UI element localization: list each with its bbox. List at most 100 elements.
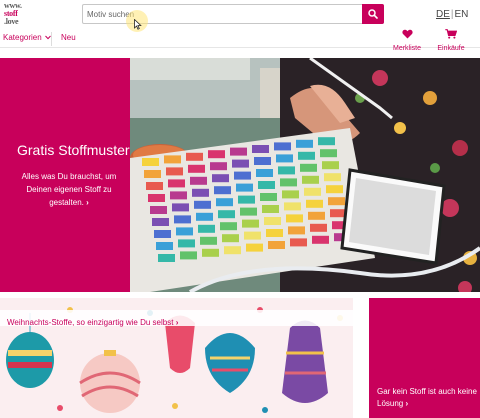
swatch xyxy=(188,164,205,173)
swatch xyxy=(172,203,189,212)
hero-subtitle-text: Alles was Du brauchst, um Deinen eigenen… xyxy=(21,172,117,207)
cart-icon xyxy=(445,29,458,39)
swatch xyxy=(166,167,183,176)
swatch xyxy=(254,157,271,165)
swatch xyxy=(260,193,277,201)
swatch xyxy=(324,173,341,182)
swatch xyxy=(194,200,211,209)
swatch xyxy=(240,207,257,216)
christmas-fabrics-label[interactable]: Weihnachts-Stoffe, so einzigartig wie Du… xyxy=(7,318,178,327)
search-input[interactable] xyxy=(83,5,363,23)
swatch xyxy=(234,171,251,180)
swatch xyxy=(310,223,327,232)
hero-subtitle[interactable]: Alles was Du brauchst, um Deinen eigenen… xyxy=(17,170,121,209)
swatch xyxy=(284,202,301,211)
swatch xyxy=(190,176,207,185)
nav-categories[interactable]: Kategorien xyxy=(3,33,51,42)
chevron-right-icon: › xyxy=(405,399,409,408)
christmas-fabrics-tile[interactable]: Weihnachts-Stoffe, so einzigartig wie Du… xyxy=(0,298,353,418)
swatch xyxy=(286,214,303,223)
swatch xyxy=(242,219,259,228)
swatch xyxy=(214,186,231,195)
swatch xyxy=(288,226,305,235)
swatch xyxy=(320,149,337,158)
swatch xyxy=(238,195,255,204)
swatch xyxy=(274,142,291,151)
nav-bar: Kategorien Neu Merkliste Einkäufe xyxy=(0,29,480,52)
christmas-pattern xyxy=(0,298,353,418)
swatch xyxy=(266,229,283,237)
swatch xyxy=(268,241,285,249)
nav-new[interactable]: Neu xyxy=(61,33,76,42)
swatch xyxy=(328,197,345,206)
swatch xyxy=(300,163,317,172)
swatch xyxy=(276,154,293,163)
language-switcher: DE|EN xyxy=(436,9,468,20)
swatch xyxy=(258,181,275,189)
swatch xyxy=(216,198,233,207)
swatch xyxy=(244,231,261,240)
swatch xyxy=(202,248,219,257)
search-button[interactable] xyxy=(362,4,384,24)
swatch xyxy=(252,145,269,153)
swatch xyxy=(192,188,209,197)
lang-en[interactable]: EN xyxy=(455,9,469,20)
hero-text-panel: Gratis Stoffmuster Alles was Du brauchst… xyxy=(0,58,130,292)
swatch xyxy=(150,206,167,214)
fabric-swatches-photo xyxy=(130,58,480,292)
lang-separator: | xyxy=(450,9,454,20)
swatch xyxy=(326,185,343,194)
swatch xyxy=(186,152,203,161)
swatch xyxy=(212,174,229,183)
swatch xyxy=(218,210,235,219)
swatch xyxy=(168,179,185,188)
swatch xyxy=(154,230,171,238)
no-fabric-label[interactable]: Gar kein Stoff ist auch keine Lösung › xyxy=(377,386,477,410)
swatch xyxy=(220,222,237,231)
cursor-arrow-icon xyxy=(134,19,142,30)
swatch xyxy=(156,242,173,250)
heart-icon xyxy=(401,29,413,39)
cart-button[interactable]: Einkäufe xyxy=(431,26,471,52)
swatch xyxy=(236,183,253,192)
swatch xyxy=(282,190,299,199)
swatch xyxy=(164,155,181,164)
swatch xyxy=(152,218,169,226)
logo-line-3: .love xyxy=(4,17,19,26)
lang-de[interactable]: DE xyxy=(436,9,450,20)
swatch xyxy=(200,236,217,245)
swatch xyxy=(176,227,193,236)
swatch xyxy=(144,170,161,178)
tablet-device xyxy=(340,168,446,265)
swatch xyxy=(298,151,315,160)
cart-label: Einkäufe xyxy=(437,45,465,52)
swatch xyxy=(306,199,323,208)
swatch xyxy=(198,224,215,233)
logo[interactable]: www. stoff .love xyxy=(4,2,34,27)
wishlist-button[interactable]: Merkliste xyxy=(387,26,427,52)
swatch xyxy=(262,205,279,213)
swatch xyxy=(290,238,307,247)
swatch xyxy=(296,139,313,148)
page: www. stoff .love DE|EN Kategorien xyxy=(0,0,480,418)
chevron-right-icon: › xyxy=(86,198,89,207)
no-fabric-text: Gar kein Stoff ist auch keine Lösung xyxy=(377,387,477,408)
swatch xyxy=(312,235,329,244)
swatch xyxy=(280,178,297,187)
hero-title: Gratis Stoffmuster xyxy=(17,142,130,158)
swatch xyxy=(148,194,165,202)
nav-categories-label: Kategorien xyxy=(3,33,42,42)
swatch xyxy=(196,212,213,221)
swatch xyxy=(178,239,195,248)
swatch xyxy=(322,161,339,170)
swatch xyxy=(170,191,187,200)
no-fabric-tile[interactable]: Gar kein Stoff ist auch keine Lösung › xyxy=(369,298,480,418)
search-icon xyxy=(368,9,378,19)
swatch xyxy=(256,169,273,177)
swatch xyxy=(302,175,319,184)
mouse-cursor-highlight xyxy=(126,10,148,32)
hero-banner[interactable]: Gratis Stoffmuster Alles was Du brauchst… xyxy=(0,58,480,292)
swatch xyxy=(208,150,225,159)
swatch xyxy=(230,147,247,156)
swatch xyxy=(210,162,227,171)
